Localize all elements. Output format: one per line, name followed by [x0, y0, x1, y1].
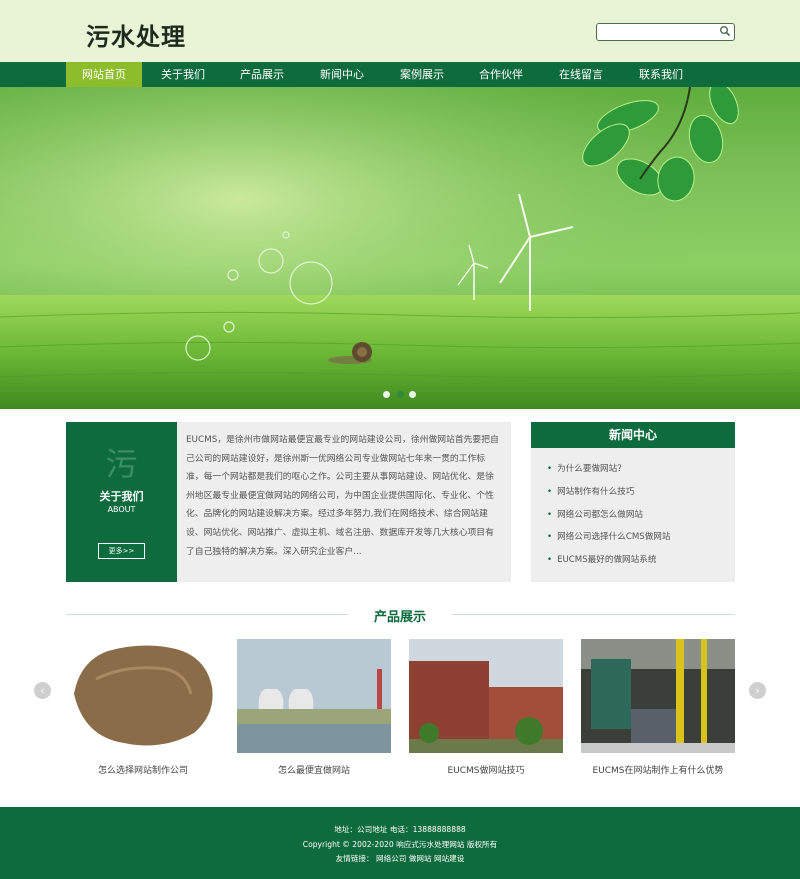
news-panel: 新闻中心 为什么要做网站？ 网站制作有什么技巧 网络公司都怎么做网站 网络公司选…	[531, 422, 735, 582]
nav-contact[interactable]: 联系我们	[623, 62, 699, 87]
search-input[interactable]	[596, 23, 735, 41]
nav-news[interactable]: 新闻中心	[304, 62, 380, 87]
footer-address: 地址：公司地址 电话：13888888888	[334, 825, 466, 834]
product-card[interactable]: 怎么选择网站制作公司	[66, 639, 220, 776]
nav-about[interactable]: 关于我们	[145, 62, 221, 87]
carousel-prev-button[interactable]: ‹	[34, 682, 51, 699]
about-subtitle: ABOUT	[107, 505, 136, 514]
nav-cases[interactable]: 案例展示	[384, 62, 460, 87]
product-image-machinery[interactable]	[581, 639, 735, 753]
about-watermark-char: 污	[105, 445, 138, 483]
product-caption[interactable]: 怎么选择网站制作公司	[56, 763, 230, 776]
news-title: 新闻中心	[531, 422, 735, 448]
carousel-next-button[interactable]: ›	[749, 682, 766, 699]
site-logo[interactable]: 污水处理	[86, 17, 186, 52]
banner-dot-2[interactable]	[397, 391, 404, 398]
news-item[interactable]: 为什么要做网站？	[547, 462, 626, 474]
site-footer: 地址：公司地址 电话：13888888888 Copyright © 2002-…	[0, 807, 800, 879]
about-panel: 污 关于我们 ABOUT 更多>>	[66, 422, 177, 582]
search-icon[interactable]	[719, 25, 731, 37]
news-item[interactable]: EUCMS最好的做网站系统	[547, 553, 656, 565]
product-image-sludge[interactable]	[66, 639, 220, 753]
product-image-plant[interactable]	[237, 639, 391, 753]
banner-illustration	[0, 87, 800, 409]
product-caption[interactable]: EUCMS做网站技巧	[399, 763, 573, 776]
product-card[interactable]: EUCMS在网站制作上有什么优势	[581, 639, 735, 776]
nav-home[interactable]: 网站首页	[66, 62, 142, 87]
nav-products[interactable]: 产品展示	[224, 62, 300, 87]
news-item[interactable]: 网络公司选择什么CMS做网站	[547, 530, 670, 542]
product-image-building[interactable]	[409, 639, 563, 753]
product-caption[interactable]: 怎么最便宜做网站	[227, 763, 401, 776]
about-title: 关于我们	[99, 490, 144, 503]
product-card[interactable]: 怎么最便宜做网站	[237, 639, 391, 776]
nav-partners[interactable]: 合作伙伴	[463, 62, 539, 87]
footer-copyright: Copyright © 2002-2020 响应式污水处理网站 版权所有	[302, 840, 498, 849]
news-item[interactable]: 网络公司都怎么做网站	[547, 508, 643, 520]
banner-dot-1[interactable]	[383, 391, 390, 398]
product-card[interactable]: EUCMS做网站技巧	[409, 639, 563, 776]
banner-dot-3[interactable]	[409, 391, 416, 398]
hero-banner[interactable]	[0, 87, 800, 409]
main-nav: 网站首页 关于我们 产品展示 新闻中心 案例展示 合作伙伴 在线留言 联系我们	[0, 62, 800, 87]
products-title: 产品展示	[373, 610, 426, 625]
footer-links[interactable]: 友情链接： 网络公司 做网站 网站建设	[0, 853, 800, 864]
site-header: 污水处理	[0, 0, 800, 62]
product-caption[interactable]: EUCMS在网站制作上有什么优势	[571, 763, 745, 776]
about-more-button[interactable]: 更多>>	[98, 543, 145, 559]
about-description: EUCMS，是徐州市做网站最便宜最专业的网站建设公司，徐州做网站首先要把自己公司…	[177, 422, 511, 582]
news-item[interactable]: 网站制作有什么技巧	[547, 485, 634, 497]
nav-message[interactable]: 在线留言	[543, 62, 619, 87]
